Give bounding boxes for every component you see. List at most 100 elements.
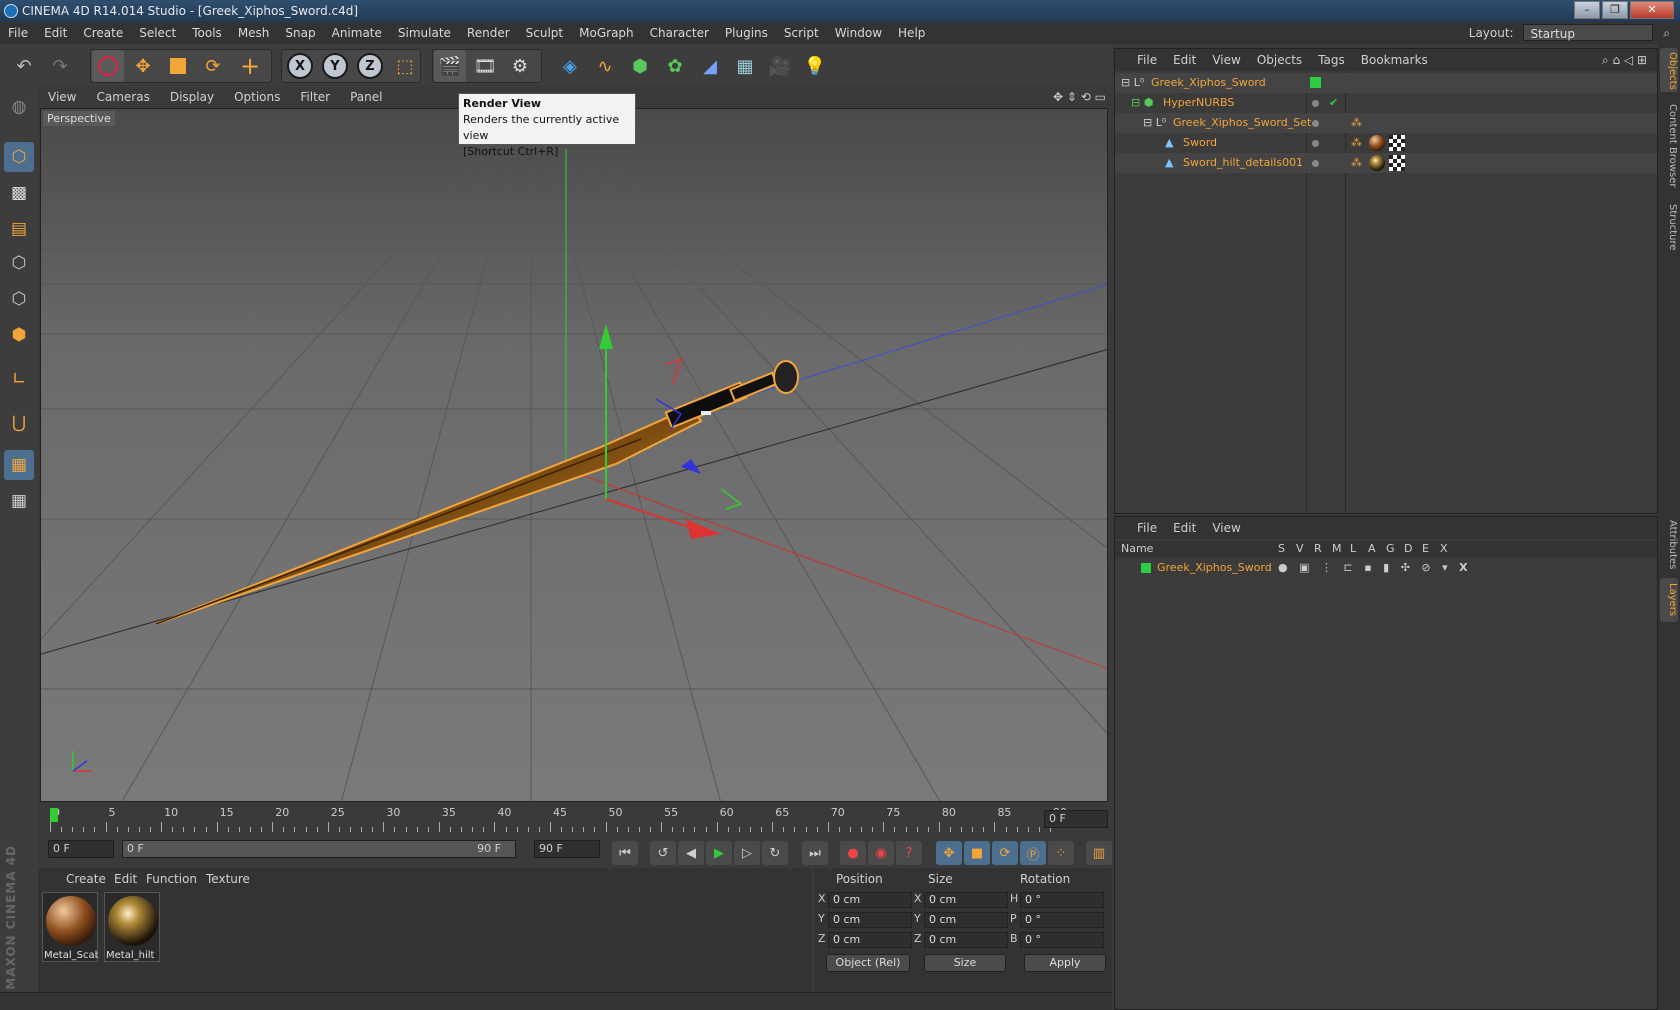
- workplane-lock-icon[interactable]: ▦: [4, 450, 34, 480]
- menu-character[interactable]: Character: [642, 22, 717, 44]
- phong-tag-icon[interactable]: ⁂: [1351, 113, 1362, 133]
- make-editable-icon[interactable]: ◍: [4, 92, 34, 122]
- vp-menu-cameras[interactable]: Cameras: [86, 86, 159, 108]
- size-z-field[interactable]: 0 cm: [924, 932, 1008, 948]
- workplane-mode-icon[interactable]: ▤: [4, 214, 34, 244]
- layer-color-swatch[interactable]: [1141, 563, 1151, 573]
- menu-mesh[interactable]: Mesh: [230, 22, 278, 44]
- obj-menu-file[interactable]: File: [1115, 49, 1165, 71]
- layout-dropdown[interactable]: Startup: [1523, 24, 1654, 41]
- timeline-window-icon[interactable]: ▥: [1086, 841, 1112, 865]
- generators-column[interactable]: G: [1386, 541, 1395, 557]
- menu-help[interactable]: Help: [890, 22, 933, 44]
- menu-script[interactable]: Script: [776, 22, 827, 44]
- frame-range-slider[interactable]: 0 F 90 F: [122, 840, 516, 858]
- visibility-dot[interactable]: [1312, 120, 1319, 127]
- uvw-tag-icon[interactable]: [1389, 155, 1405, 171]
- locked-workplane-icon[interactable]: ▦: [4, 486, 34, 516]
- layer-menu-edit[interactable]: Edit: [1165, 517, 1204, 539]
- y-axis-lock-icon[interactable]: Y: [319, 50, 351, 82]
- z-axis-lock-icon[interactable]: Z: [354, 50, 386, 82]
- obj-menu-bookmarks[interactable]: Bookmarks: [1353, 49, 1436, 71]
- view-column[interactable]: V: [1296, 541, 1304, 557]
- object-row[interactable]: ▲ Sword_hilt_details001 ⁂: [1115, 153, 1657, 173]
- phong-tag-icon[interactable]: ⁂: [1351, 153, 1362, 173]
- visibility-dot[interactable]: [1312, 140, 1319, 147]
- menu-tools[interactable]: Tools: [184, 22, 230, 44]
- phong-tag-icon[interactable]: ⁂: [1351, 133, 1362, 153]
- mat-menu-create[interactable]: Create: [66, 872, 106, 886]
- edges-mode-icon[interactable]: ⬡: [4, 284, 34, 314]
- vp-menu-display[interactable]: Display: [160, 86, 224, 108]
- undo-icon[interactable]: ↶: [8, 50, 40, 82]
- layer-color-swatch[interactable]: [1310, 77, 1321, 88]
- vp-menu-filter[interactable]: Filter: [290, 86, 340, 108]
- obj-menu-edit[interactable]: Edit: [1165, 49, 1204, 71]
- floor-object-icon[interactable]: ▦: [729, 50, 761, 82]
- tab-structure[interactable]: Structure: [1660, 200, 1678, 254]
- apply-button[interactable]: Apply: [1024, 954, 1106, 972]
- material-swatch[interactable]: Metal_Scab: [42, 892, 98, 962]
- render-to-picture-viewer-icon[interactable]: 🎞: [469, 50, 501, 82]
- light-object-icon[interactable]: 💡: [799, 50, 831, 82]
- goto-start-icon[interactable]: ⏮: [612, 841, 638, 865]
- render-view-icon[interactable]: 🎬: [434, 50, 466, 82]
- menu-mograph[interactable]: MoGraph: [571, 22, 642, 44]
- object-row[interactable]: ⊟ L⁰ Greek_Xiphos_Sword_Set ⁂: [1115, 113, 1657, 133]
- size-y-field[interactable]: 0 cm: [924, 912, 1008, 928]
- start-frame-field[interactable]: 0 F: [48, 840, 114, 858]
- axis-mode-icon[interactable]: ∟: [4, 364, 34, 394]
- texture-mode-icon[interactable]: ▩: [4, 178, 34, 208]
- scale-tool-icon[interactable]: [162, 50, 194, 82]
- menu-sculpt[interactable]: Sculpt: [518, 22, 571, 44]
- menu-simulate[interactable]: Simulate: [390, 22, 459, 44]
- tab-content-browser[interactable]: Content Browser: [1660, 98, 1678, 194]
- material-tag-icon[interactable]: [1369, 135, 1385, 151]
- deformer-object-icon[interactable]: ◢: [694, 50, 726, 82]
- layer-row[interactable]: Greek_Xiphos_Sword ● ▣ ⋮ ⊏ ▪ ▮ ✣ ⊘ ▾ 𝗫: [1115, 559, 1657, 577]
- size-x-field[interactable]: 0 cm: [924, 892, 1008, 908]
- keyframe-selection-icon[interactable]: ?: [896, 841, 922, 865]
- redo-icon[interactable]: ↷: [44, 50, 76, 82]
- manager-column[interactable]: M: [1332, 541, 1342, 557]
- maximize-button[interactable]: ❐: [1602, 1, 1628, 19]
- loop-icon[interactable]: ↻: [762, 841, 788, 865]
- visibility-dot[interactable]: [1312, 160, 1319, 167]
- close-button[interactable]: ✕: [1630, 1, 1674, 19]
- menu-plugins[interactable]: Plugins: [717, 22, 776, 44]
- menu-create[interactable]: Create: [75, 22, 131, 44]
- tab-layers[interactable]: Layers: [1660, 578, 1678, 622]
- coordinate-mode-dropdown[interactable]: Object (Rel): [826, 954, 910, 972]
- points-mode-icon[interactable]: ⬡: [4, 248, 34, 278]
- layer-flag-icons[interactable]: ● ▣ ⋮ ⊏ ▪ ▮ ✣ ⊘ ▾ 𝗫: [1278, 559, 1472, 577]
- layer-menu-file[interactable]: File: [1115, 517, 1165, 539]
- deformers-column[interactable]: D: [1404, 541, 1412, 557]
- expressions-column[interactable]: E: [1422, 541, 1429, 557]
- material-swatch[interactable]: Metal_hilt: [104, 892, 160, 962]
- timeline-ruler[interactable]: 051015202530354045505560657075808590 0 F: [38, 804, 1112, 836]
- minimize-button[interactable]: –: [1574, 1, 1600, 19]
- rot-b-field[interactable]: 0 °: [1020, 932, 1104, 948]
- object-row[interactable]: ▲ Sword ⁂: [1115, 133, 1657, 153]
- snap-magnet-icon[interactable]: ⋃: [4, 408, 34, 438]
- prev-keyframe-icon[interactable]: ↺: [650, 841, 676, 865]
- cube-object-icon[interactable]: ◈: [554, 50, 586, 82]
- recent-tool-icon[interactable]: +: [234, 50, 266, 82]
- menu-select[interactable]: Select: [131, 22, 184, 44]
- tab-objects[interactable]: Objects: [1660, 48, 1678, 92]
- solo-column[interactable]: S: [1278, 541, 1285, 557]
- rotate-tool-icon[interactable]: ⟳: [197, 50, 229, 82]
- coordinate-system-icon[interactable]: ⬚: [389, 50, 421, 82]
- nurbs-object-icon[interactable]: ⬢: [624, 50, 656, 82]
- current-frame-field[interactable]: 0 F: [1044, 810, 1108, 828]
- menu-file[interactable]: File: [0, 22, 36, 44]
- playhead-marker[interactable]: [50, 808, 58, 822]
- menu-window[interactable]: Window: [827, 22, 890, 44]
- viewport-nav-icons[interactable]: ✥ ⇕ ⟲ ▭: [1053, 86, 1106, 108]
- 3d-viewport[interactable]: Perspective: [40, 108, 1108, 802]
- obj-search-icon[interactable]: ⌕ ⌂ ◁ ⊞: [1602, 49, 1647, 71]
- locked-column[interactable]: L: [1350, 541, 1356, 557]
- vp-menu-panel[interactable]: Panel: [340, 86, 392, 108]
- search-icon[interactable]: ⌕: [1663, 26, 1670, 40]
- mat-menu-edit[interactable]: Edit: [114, 872, 137, 886]
